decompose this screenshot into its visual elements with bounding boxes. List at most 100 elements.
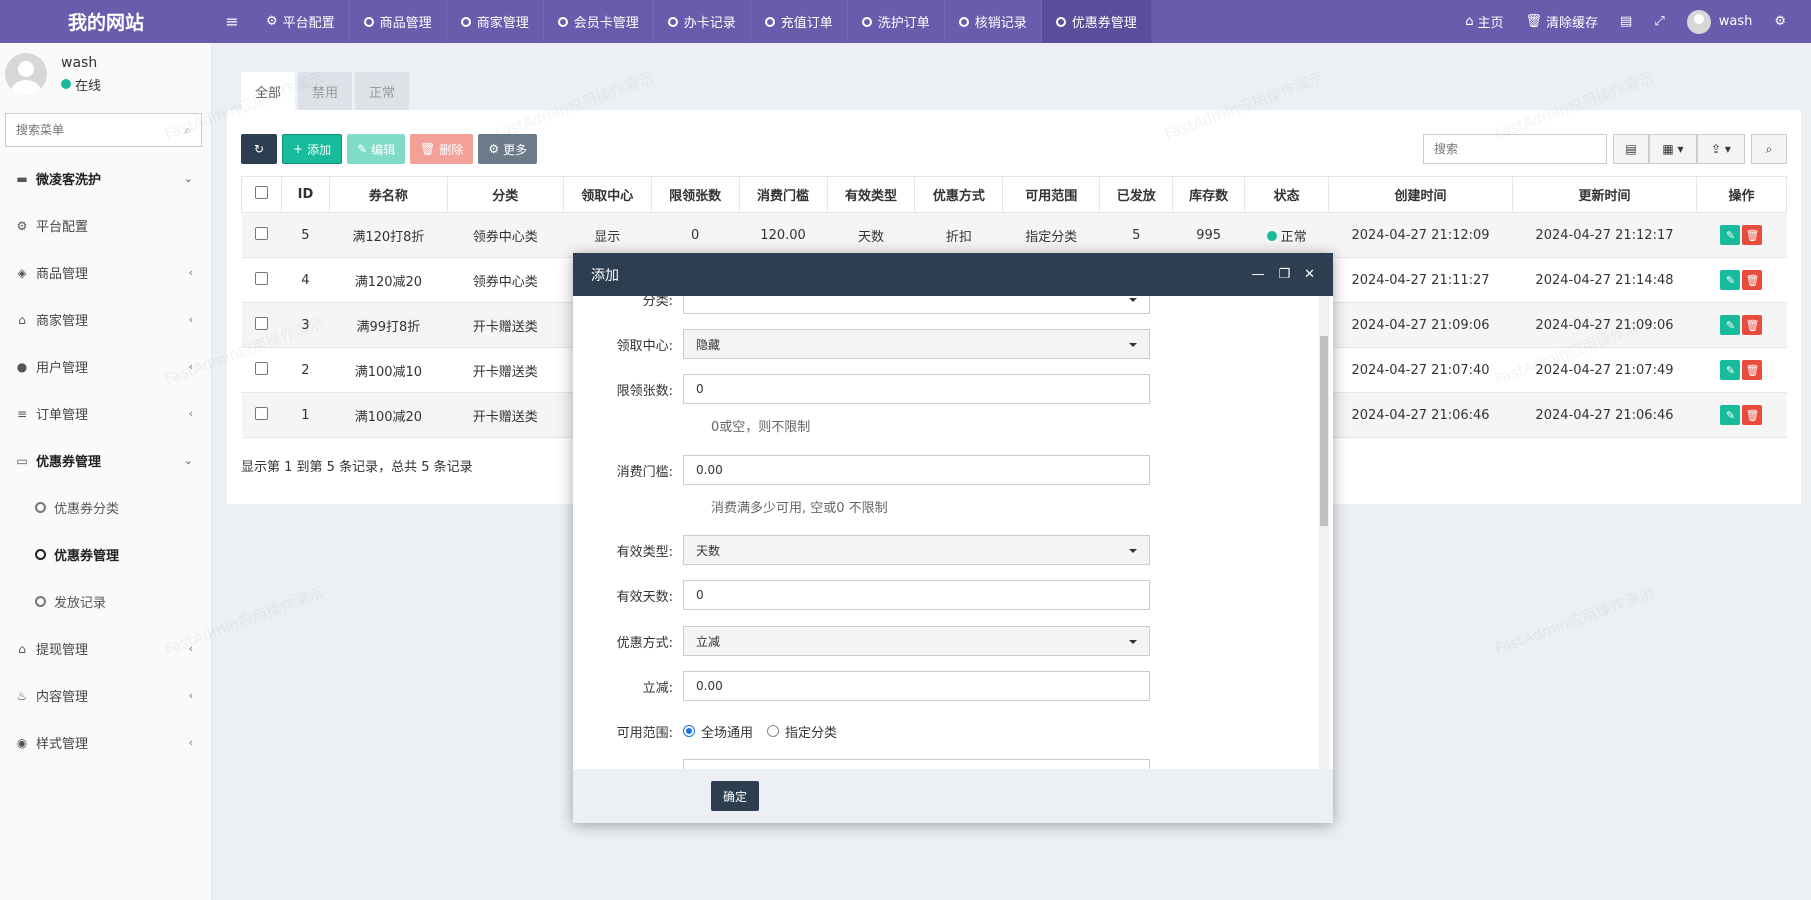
- row-checkbox[interactable]: [254, 271, 268, 285]
- site-logo[interactable]: 我的网站: [0, 0, 212, 43]
- col-header[interactable]: 有效类型: [826, 176, 916, 213]
- col-header[interactable]: 已发放: [1099, 176, 1174, 213]
- export-button[interactable]: ⇪ ▾: [1697, 134, 1745, 164]
- category-select[interactable]: [683, 296, 1150, 314]
- col-header[interactable]: 可用范围: [1002, 176, 1101, 213]
- dialog-scrollbar[interactable]: [1319, 296, 1329, 769]
- top-nav-item-goods[interactable]: 商品管理: [350, 0, 447, 43]
- table-search-input[interactable]: [1434, 142, 1594, 156]
- refresh-button[interactable]: ↻: [241, 134, 277, 164]
- top-nav-item-card-record[interactable]: 办卡记录: [654, 0, 751, 43]
- cell-discount[interactable]: 折扣: [914, 212, 1003, 258]
- row-delete-button[interactable]: 🗑: [1742, 225, 1763, 245]
- row-checkbox[interactable]: [254, 316, 268, 330]
- sidebar-item-goods[interactable]: ◈ 商品管理 ‹: [0, 249, 211, 296]
- row-checkbox[interactable]: [254, 361, 268, 375]
- col-header[interactable]: 创建时间: [1328, 176, 1513, 213]
- row-delete-button[interactable]: 🗑: [1742, 405, 1763, 425]
- top-nav-item-merchant[interactable]: 商家管理: [447, 0, 544, 43]
- sidebar-item-platform-config[interactable]: ⚙ 平台配置: [0, 202, 211, 249]
- col-header[interactable]: 状态: [1244, 176, 1330, 213]
- select-all-checkbox[interactable]: [254, 186, 268, 199]
- edit-button[interactable]: ✎ 编辑: [347, 134, 406, 164]
- sidebar-subitem-coupon-category[interactable]: 优惠券分类: [0, 484, 211, 531]
- row-checkbox[interactable]: [254, 226, 268, 240]
- next-field[interactable]: [683, 759, 1150, 769]
- delete-button[interactable]: 🗑 删除: [410, 134, 474, 164]
- close-icon[interactable]: ✕: [1304, 267, 1315, 282]
- home-link[interactable]: ⌂ 主页: [1454, 12, 1514, 31]
- top-nav-item-verify[interactable]: 核销记录: [945, 0, 1042, 43]
- add-button[interactable]: + 添加: [282, 134, 343, 164]
- valid-days-input[interactable]: 0: [683, 580, 1150, 610]
- row-checkbox[interactable]: [254, 406, 268, 420]
- more-button[interactable]: ⚙ 更多: [478, 134, 538, 164]
- reduce-input[interactable]: 0.00: [683, 671, 1150, 701]
- row-delete-button[interactable]: 🗑: [1742, 270, 1763, 290]
- scope-all-label[interactable]: 全场通用: [701, 722, 753, 741]
- limit-input[interactable]: 0: [683, 374, 1150, 404]
- fullscreen-icon[interactable]: ⤢: [1643, 14, 1675, 29]
- row-delete-button[interactable]: 🗑: [1742, 315, 1763, 335]
- advanced-search-button[interactable]: ⌕: [1751, 134, 1787, 164]
- sidebar-subitem-coupon-manage[interactable]: 优惠券管理: [0, 531, 211, 578]
- scope-category-label[interactable]: 指定分类: [785, 722, 837, 741]
- sidebar-subitem-issue-record[interactable]: 发放记录: [0, 578, 211, 625]
- menu-toggle-icon[interactable]: ≡: [212, 12, 252, 31]
- sidebar-search[interactable]: ⌕: [5, 113, 202, 147]
- minimize-icon[interactable]: —: [1251, 267, 1264, 282]
- language-icon[interactable]: ▤: [1609, 14, 1643, 29]
- discount-select[interactable]: 立减: [683, 626, 1150, 656]
- sidebar-item-coupon[interactable]: ▭ 优惠券管理 ⌄: [0, 437, 211, 484]
- col-header[interactable]: 领取中心: [562, 176, 652, 213]
- table-search[interactable]: [1423, 134, 1607, 164]
- columns-button[interactable]: ▦ ▾: [1649, 134, 1697, 164]
- row-edit-button[interactable]: ✎: [1720, 360, 1741, 380]
- sidebar-search-input[interactable]: [16, 123, 166, 137]
- clear-cache-link[interactable]: 🗑 清除缓存: [1514, 12, 1609, 31]
- tab-normal[interactable]: 正常: [355, 72, 410, 110]
- col-header[interactable]: 分类: [446, 176, 564, 213]
- center-select[interactable]: 隐藏: [683, 329, 1150, 359]
- row-edit-button[interactable]: ✎: [1720, 225, 1741, 245]
- user-menu[interactable]: wash: [1676, 9, 1764, 34]
- col-header[interactable]: 优惠方式: [914, 176, 1004, 213]
- toggle-view-button[interactable]: ▤: [1613, 134, 1649, 164]
- tab-all[interactable]: 全部: [241, 72, 296, 110]
- settings-gears-icon[interactable]: ⚙: [1763, 14, 1797, 29]
- top-nav-item-recharge[interactable]: 充值订单: [751, 0, 848, 43]
- sidebar-item-content[interactable]: ♨ 内容管理 ‹: [0, 672, 211, 719]
- col-header[interactable]: 库存数: [1172, 176, 1246, 213]
- tab-disabled[interactable]: 禁用: [298, 72, 353, 110]
- scrollbar-thumb[interactable]: [1320, 336, 1328, 526]
- row-edit-button[interactable]: ✎: [1720, 405, 1741, 425]
- top-nav-item-platform-config[interactable]: ⚙ 平台配置: [252, 0, 350, 43]
- row-delete-button[interactable]: 🗑: [1742, 360, 1763, 380]
- col-header[interactable]: 券名称: [328, 176, 448, 213]
- sidebar-item-merchant[interactable]: ⌂ 商家管理 ‹: [0, 296, 211, 343]
- col-header[interactable]: 更新时间: [1512, 176, 1697, 213]
- scope-all-radio[interactable]: [683, 725, 695, 737]
- threshold-input[interactable]: 0.00: [683, 455, 1150, 485]
- sidebar-item-user[interactable]: ● 用户管理 ‹: [0, 343, 211, 390]
- valid-type-select[interactable]: 天数: [683, 535, 1150, 565]
- cell-scope[interactable]: 指定分类: [1002, 212, 1100, 258]
- confirm-button[interactable]: 确定: [711, 781, 760, 811]
- dialog-header[interactable]: 添加 — ❐ ✕: [573, 253, 1333, 296]
- table-row[interactable]: 5 满120打8折 领券中心类 显示 0 120.00 天数 折扣 指定分类 5…: [241, 212, 1787, 258]
- col-header[interactable]: 消费门槛: [738, 176, 828, 213]
- col-header[interactable]: ID: [280, 176, 330, 213]
- top-nav-item-wash-order[interactable]: 洗护订单: [848, 0, 945, 43]
- cell-center[interactable]: 显示: [563, 212, 652, 258]
- sidebar-item-style[interactable]: ◉ 样式管理 ‹: [0, 719, 211, 766]
- row-edit-button[interactable]: ✎: [1720, 270, 1741, 290]
- select-all-cell[interactable]: [241, 176, 282, 213]
- sidebar-item-order[interactable]: ≡ 订单管理 ‹: [0, 390, 211, 437]
- top-nav-item-coupon[interactable]: 优惠券管理: [1041, 0, 1152, 43]
- maximize-icon[interactable]: ❐: [1278, 267, 1290, 282]
- row-edit-button[interactable]: ✎: [1720, 315, 1741, 335]
- sidebar-item-withdraw[interactable]: ⌂ 提现管理 ‹: [0, 625, 211, 672]
- status-badge[interactable]: 正常: [1244, 212, 1329, 258]
- sidebar-item-wash[interactable]: ▬ 微凌客洗护 ⌄: [0, 155, 211, 202]
- top-nav-item-member-card[interactable]: 会员卡管理: [544, 0, 654, 43]
